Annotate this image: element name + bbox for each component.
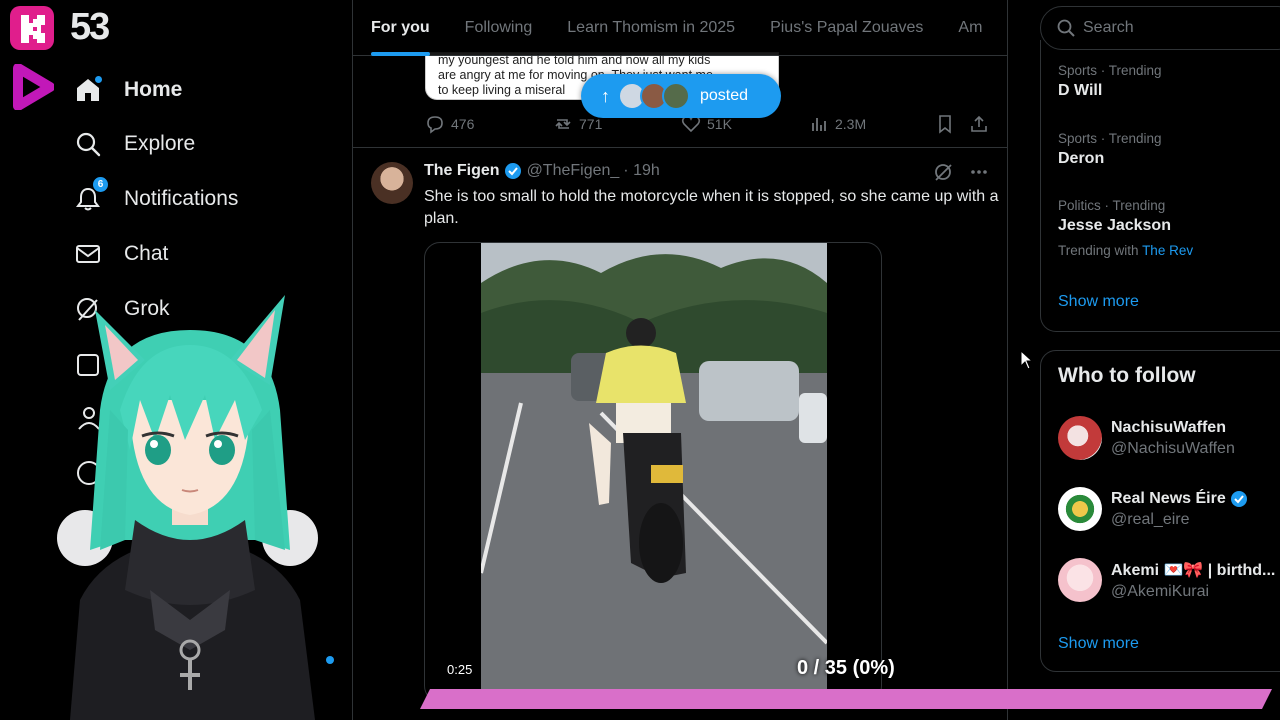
nav-home[interactable]: Home (74, 70, 182, 110)
kick-logo-icon (10, 6, 54, 50)
avatar (1058, 558, 1102, 602)
avatar (1058, 416, 1102, 460)
nav-explore-label: Explore (124, 132, 196, 155)
viewer-count: 53 (70, 6, 110, 48)
bookmark-icon (939, 115, 951, 134)
grok-explain-icon[interactable] (933, 162, 953, 182)
new-dot-icon (95, 76, 102, 83)
follow-name: Real News Éire (1111, 489, 1226, 507)
more-options-icon[interactable] (969, 162, 989, 182)
stream-progress-text: 0 / 35 (0%) (797, 657, 895, 679)
trend-item[interactable]: Politics · Trending Jesse Jackson Trendi… (1058, 198, 1193, 258)
trend-topic: Deron (1058, 150, 1105, 167)
reply-count: 476 (451, 116, 475, 132)
mouse-cursor-icon (1020, 350, 1034, 370)
follow-name: NachisuWaffen (1111, 418, 1226, 436)
stream-progress-fill (420, 689, 1272, 709)
timeline-tabs: For you Following Learn Thomism in 2025 … (353, 0, 1007, 56)
search-placeholder: Search (1083, 19, 1134, 36)
tweet-header-actions (933, 162, 989, 182)
notification-badge: 6 (93, 177, 108, 192)
views-button[interactable]: 2.3M (809, 114, 935, 134)
reply-icon (427, 116, 443, 134)
new-posts-pill[interactable]: ↑ posted (581, 74, 781, 118)
trend-with: Trending with The Rev (1058, 243, 1193, 258)
nav-chat[interactable]: Chat (74, 234, 168, 274)
bookmark-button[interactable] (935, 114, 969, 134)
follow-suggestion[interactable]: Real News Éire @real_eire (1058, 487, 1248, 531)
trend-item[interactable]: Sports · Trending Deron (1058, 131, 1162, 168)
verified-badge-icon (504, 163, 521, 179)
video-frame[interactable] (481, 243, 827, 702)
follow-handle: @AkemiKurai (1111, 582, 1210, 600)
arrow-up-icon: ↑ (601, 85, 610, 106)
home-icon (74, 76, 102, 104)
nav-chat-label: Chat (124, 242, 169, 265)
nav-explore[interactable]: Explore (74, 124, 195, 164)
tab-for-you[interactable]: For you (371, 0, 430, 56)
trend-meta: Sports · Trending (1058, 63, 1162, 78)
right-sidebar: Search Sports · Trending D Will Sports ·… (1008, 0, 1280, 720)
main-timeline: For you Following Learn Thomism in 2025 … (352, 0, 1008, 720)
author-handle[interactable]: @TheFigen_ (527, 162, 620, 180)
tweet-divider (353, 147, 1007, 148)
trend-with-label: Trending with (1058, 243, 1139, 258)
show-more-trends-link[interactable]: Show more (1058, 293, 1139, 311)
view-count: 2.3M (835, 116, 867, 132)
verified-badge-icon (1230, 490, 1247, 507)
share-button[interactable] (969, 114, 995, 134)
bell-icon: 6 (74, 177, 108, 213)
tab-learn-thomism[interactable]: Learn Thomism in 2025 (567, 0, 735, 56)
follow-name-row: Real News Éire (1111, 490, 1248, 508)
avatar[interactable] (371, 162, 413, 204)
author-name[interactable]: The Figen (424, 162, 500, 180)
tweet-video[interactable]: 0:25 (424, 242, 882, 702)
views-icon (812, 118, 826, 131)
trend-item[interactable]: Sports · Trending D Will (1058, 63, 1162, 100)
tweet-header: The Figen @TheFigen_ · 19h (424, 162, 660, 180)
mail-icon (74, 240, 102, 268)
nav-home-label: Home (124, 78, 183, 101)
tweet-time[interactable]: · 19h (623, 162, 659, 180)
stream-progress-bar (420, 689, 1272, 709)
tweet-text: She is too small to hold the motorcycle … (424, 188, 999, 227)
tab-following[interactable]: Following (465, 0, 533, 56)
repost-icon (555, 119, 571, 129)
trend-meta: Politics · Trending (1058, 198, 1166, 213)
trend-with-link[interactable]: The Rev (1142, 243, 1193, 258)
trend-topic: D Will (1058, 82, 1103, 99)
trend-meta: Sports · Trending (1058, 131, 1162, 146)
show-more-follow-link[interactable]: Show more (1058, 635, 1139, 653)
video-timestamp: 0:25 (441, 660, 479, 679)
follow-handle: @NachisuWaffen (1111, 439, 1235, 457)
nav-notifications-label: Notifications (124, 187, 239, 210)
repost-count: 771 (579, 116, 603, 132)
posted-label: posted (700, 87, 749, 104)
follow-handle: @real_eire (1111, 510, 1190, 528)
follow-name: Akemi 💌🎀 | birthd... (1111, 561, 1276, 579)
poster-avatars (618, 82, 690, 110)
vtuber-avatar (57, 295, 318, 720)
avatar (1058, 487, 1102, 531)
tab-am[interactable]: Am (958, 0, 982, 56)
avatar (662, 82, 690, 110)
nav-notifications[interactable]: 6 Notifications (74, 177, 239, 219)
search-icon (1057, 19, 1075, 37)
play-logo-icon (13, 64, 54, 110)
reply-button[interactable]: 476 (425, 114, 553, 134)
tab-papal-zouaves[interactable]: Pius's Papal Zouaves (770, 0, 923, 56)
share-icon (971, 115, 987, 132)
who-to-follow-title: Who to follow (1058, 364, 1196, 387)
like-count: 51K (707, 116, 732, 132)
follow-suggestion[interactable]: Akemi 💌🎀 | birthd... @AkemiKurai (1058, 558, 1275, 602)
trend-topic: Jesse Jackson (1058, 217, 1171, 234)
follow-suggestion[interactable]: NachisuWaffen @NachisuWaffen (1058, 416, 1235, 460)
search-icon (74, 130, 102, 158)
